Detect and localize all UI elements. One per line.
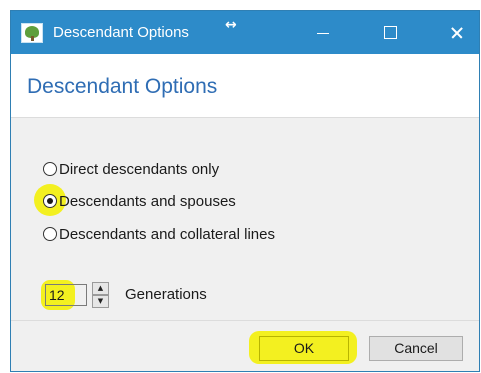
radio-button[interactable] [43, 162, 57, 176]
ok-button[interactable]: OK [259, 336, 349, 361]
generations-input[interactable]: 12 [45, 284, 87, 306]
option-direct-descendants[interactable]: Direct descendants only [43, 159, 219, 179]
option-descendants-and-spouses[interactable]: Descendants and spouses [43, 191, 236, 211]
radio-button[interactable] [43, 227, 57, 241]
option-label: Descendants and collateral lines [59, 225, 275, 243]
dialog-header: Descendant Options [11, 54, 479, 117]
option-collateral-lines[interactable]: Descendants and collateral lines [43, 224, 275, 244]
decrement-button[interactable]: ▼ [92, 295, 109, 308]
window-title: Descendant Options [53, 24, 189, 41]
radio-button-selected[interactable] [43, 194, 57, 208]
tree-trunk [31, 36, 34, 41]
option-label: Descendants and spouses [59, 192, 236, 210]
increment-button[interactable]: ▲ [92, 282, 109, 295]
maximize-button[interactable] [367, 11, 413, 54]
generations-stepper[interactable]: ▲ ▼ [92, 282, 109, 308]
family-tree-icon [21, 23, 43, 43]
generations-label: Generations [125, 286, 207, 303]
options-panel: Direct descendants only Descendants and … [11, 117, 479, 320]
dialog-footer: OK Cancel [11, 320, 479, 371]
descendant-options-dialog: Descendant Options ↔ Descendant Options … [10, 10, 480, 372]
title-bar[interactable]: Descendant Options ↔ [11, 11, 479, 54]
close-button[interactable] [434, 11, 479, 54]
page-title: Descendant Options [27, 75, 218, 98]
option-label: Direct descendants only [59, 160, 220, 178]
move-arrows-icon: ↔ [225, 17, 237, 33]
minimize-button[interactable] [300, 11, 346, 54]
cancel-button[interactable]: Cancel [369, 336, 463, 361]
